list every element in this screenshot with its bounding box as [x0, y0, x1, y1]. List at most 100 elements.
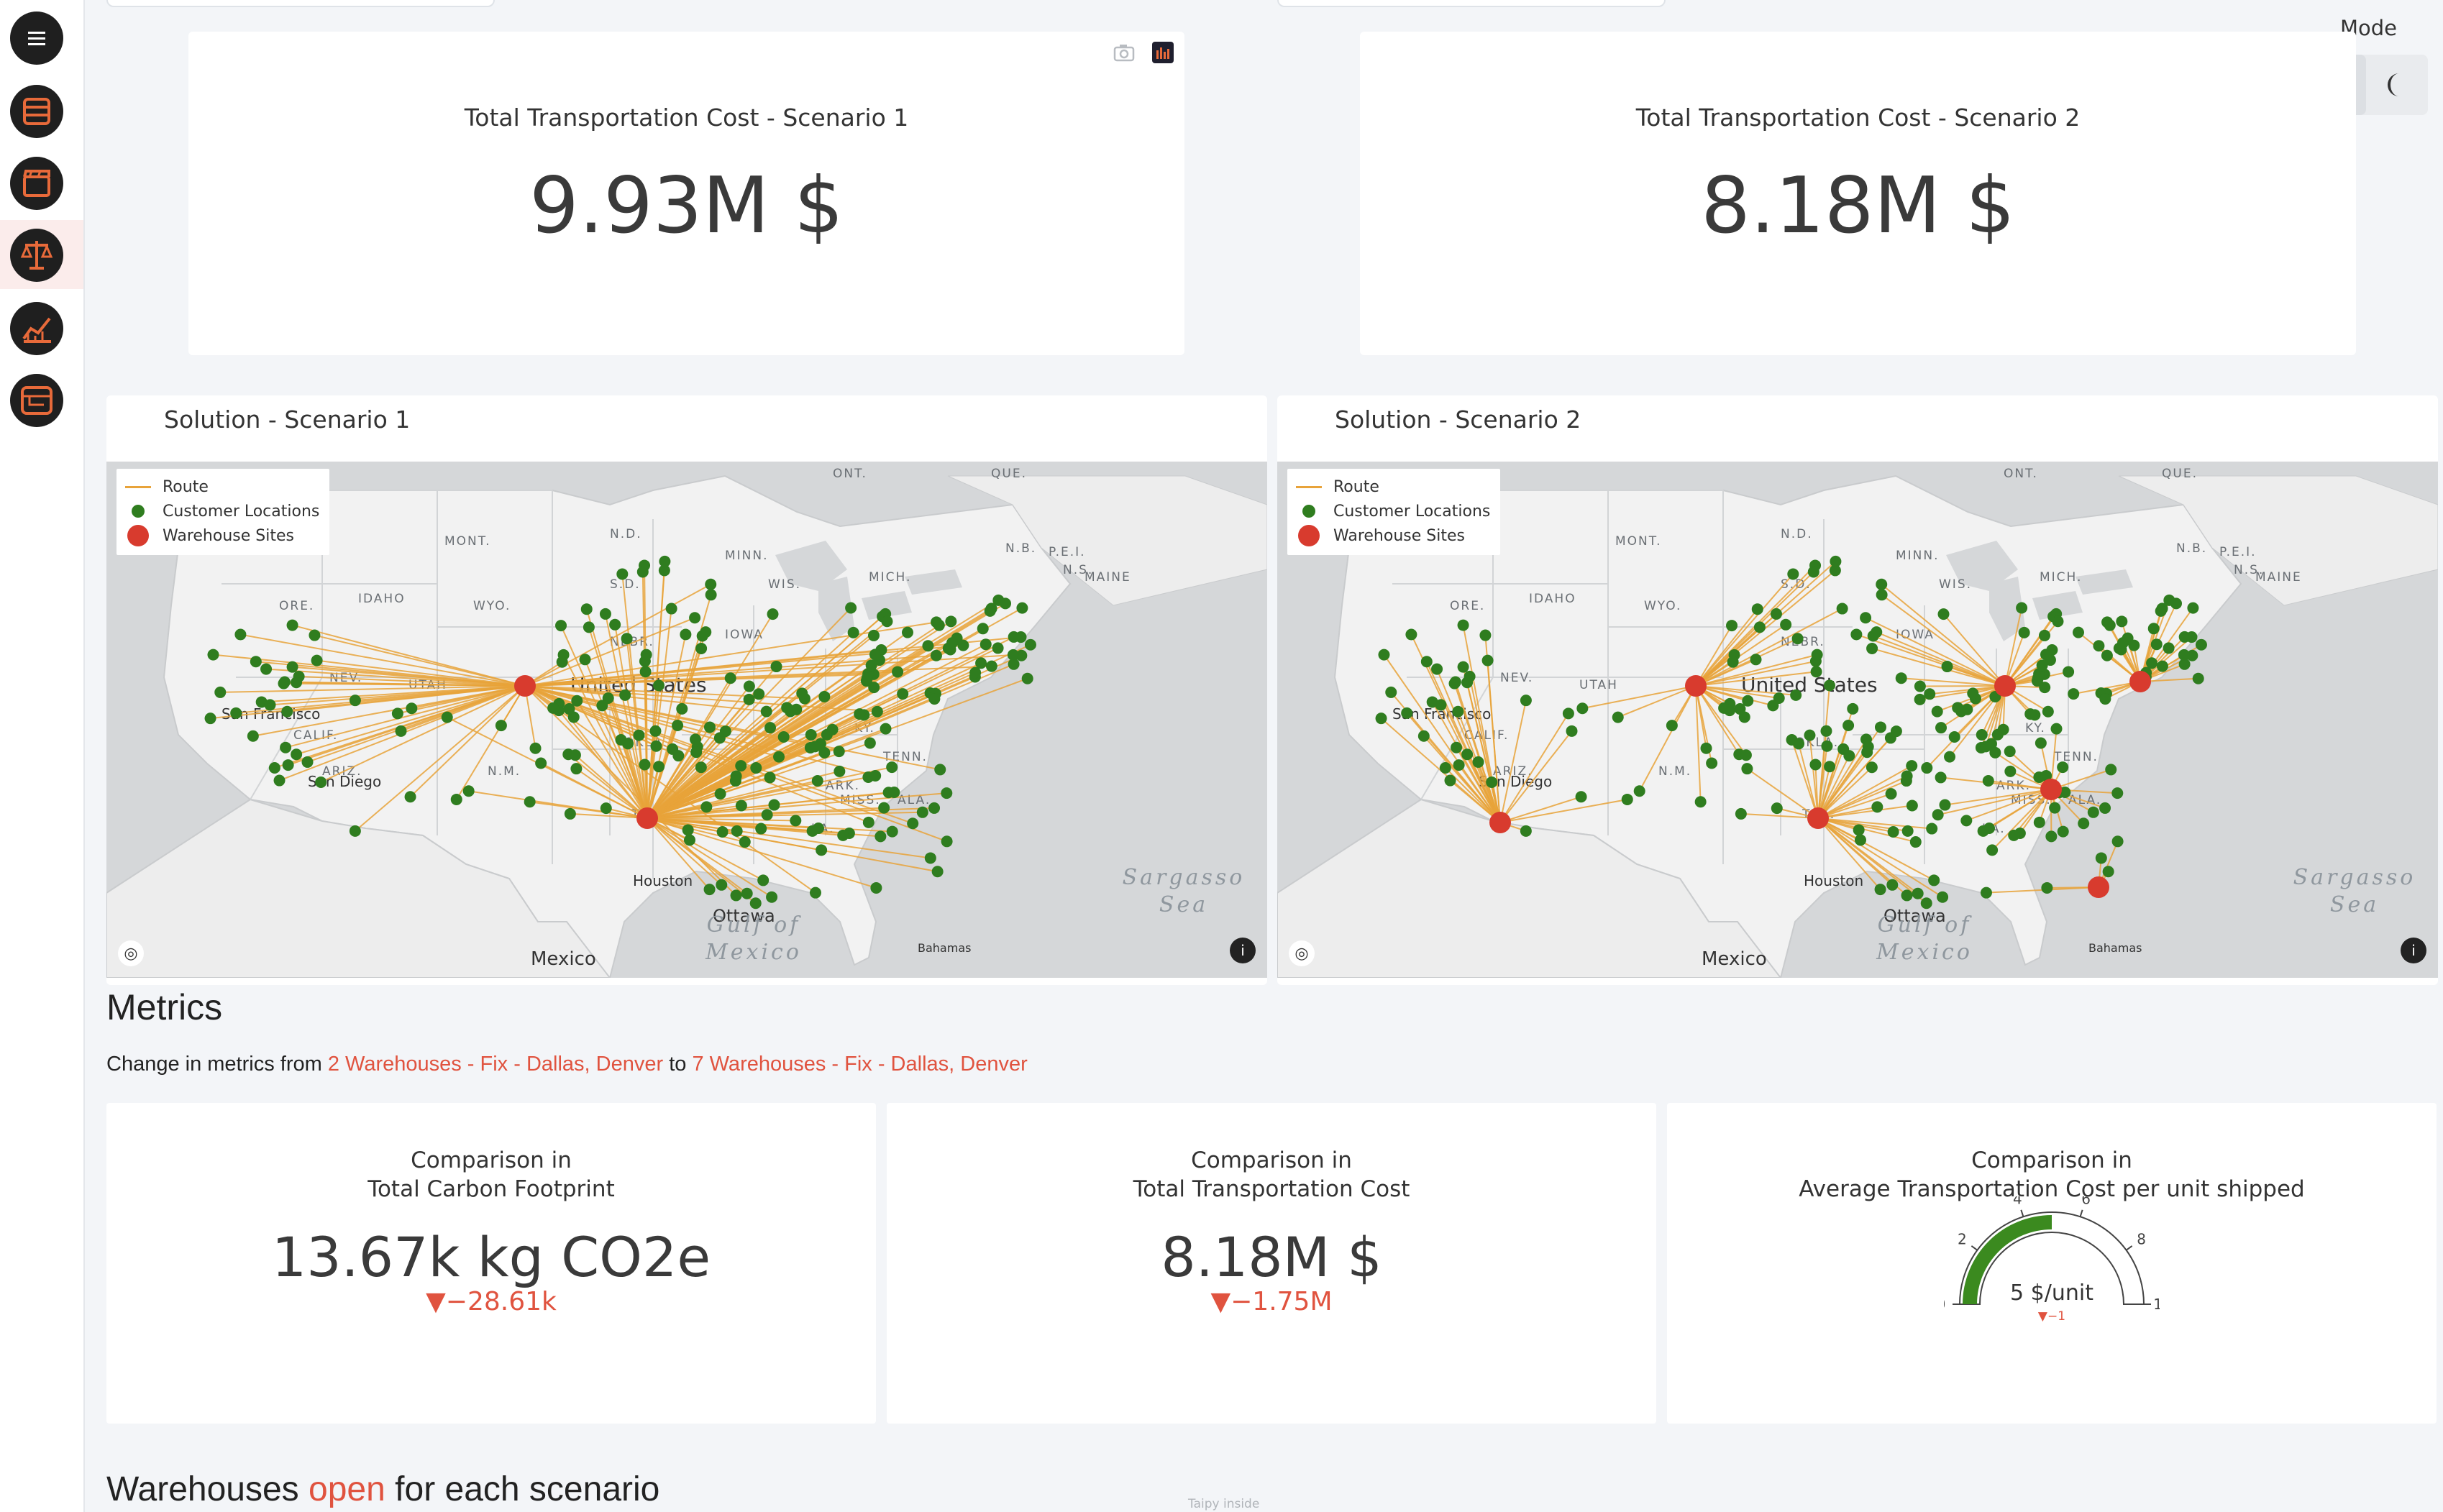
sea-label: Mexico [1876, 940, 1973, 965]
map-scenario-2[interactable]: ONT.QUE.MONT.N.D.MINN.S.D.WYO.IDAHOORE.N… [1277, 462, 2438, 978]
customer-point [2057, 761, 2069, 774]
customer-point [931, 866, 944, 878]
customer-point [2146, 657, 2158, 669]
map-scenario-1[interactable]: ONT. QUE. MONT. N.D. MINN. S.D. WYO. IDAHO ORE. N… [106, 462, 1267, 978]
kpi-card-scenario-1: Total Transportation Cost - Scenario 1 9… [188, 32, 1184, 355]
customer-point [1562, 707, 1574, 720]
state-label: N.M. [1658, 764, 1691, 779]
nav-network-button[interactable] [10, 374, 63, 427]
customer-point [1787, 568, 1799, 580]
customer-point [301, 756, 314, 768]
customer-point [755, 823, 767, 835]
customer-point [2018, 626, 2030, 638]
customer-point [1980, 741, 1992, 753]
customer-point [930, 649, 942, 661]
scenario-to-link[interactable]: 7 Warehouses - Fix - Dallas, Denver [692, 1053, 1027, 1076]
info-icon[interactable]: i [2401, 938, 2426, 963]
sea-label: Gulf of [1878, 912, 1973, 938]
customer-point [1900, 775, 1912, 787]
customer-point [580, 603, 593, 615]
customer-point [757, 874, 770, 886]
customer-point [695, 642, 708, 654]
customer-point [1451, 741, 1463, 753]
nav-compare-button[interactable] [10, 229, 63, 282]
customer-point [1520, 825, 1532, 837]
legend-customers[interactable]: Customer Locations [125, 499, 319, 523]
customer-point [2116, 637, 2129, 649]
customer-point [1885, 788, 1897, 800]
legend-customers[interactable]: Customer Locations [1296, 499, 1490, 523]
customer-point [615, 734, 627, 746]
customer-point [2036, 659, 2048, 672]
gauge-tick [2020, 1209, 2024, 1217]
kpi-card-scenario-2: Total Transportation Cost - Scenario 2 8… [1360, 32, 2356, 355]
customer-point [1850, 628, 1863, 641]
info-icon[interactable]: i [1230, 938, 1256, 963]
metric-title: Comparison in Total Carbon Footprint [367, 1147, 615, 1202]
customer-point [556, 656, 568, 668]
warehouse-point [1994, 675, 2016, 697]
customer-point [2111, 787, 2124, 799]
customer-point [636, 566, 649, 578]
customer-point [985, 660, 997, 672]
camera-icon[interactable] [1112, 40, 1136, 65]
nav-data-button[interactable] [10, 85, 63, 138]
customer-point [2192, 672, 2204, 684]
customer-point [672, 750, 685, 762]
menu-button[interactable] [10, 12, 63, 65]
customer-point [1861, 746, 1873, 759]
plotly-logo-icon[interactable] [1151, 40, 1175, 65]
gauge-tick [2079, 1209, 2083, 1217]
customer-point [806, 825, 818, 837]
customer-point [1439, 761, 1451, 774]
customer-point [809, 886, 821, 899]
map-card-scenario-2: Solution - Scenario 2 ONT. QUE. MONT. N.D. M… [1277, 395, 2438, 985]
gauge-tick-label: 6 [2081, 1196, 2091, 1208]
customer-point [609, 618, 621, 631]
metric-title: Comparison in Total Transportation Cost [1133, 1147, 1410, 1202]
map-attribution-logo-icon[interactable]: ◎ [118, 940, 144, 966]
customer-point [2087, 806, 2099, 818]
kpi-title: Total Transportation Cost - Scenario 1 [464, 104, 909, 132]
nav-scenario-button[interactable] [10, 157, 63, 210]
customer-point [260, 663, 273, 675]
legend-route[interactable]: Route [1296, 475, 1490, 499]
customer-point [888, 787, 900, 799]
customer-point [1944, 751, 1956, 763]
customer-point [1791, 633, 1804, 645]
customer-point [650, 740, 662, 752]
customer-point [753, 688, 765, 700]
state-label: N.B. [1005, 541, 1036, 556]
legend-route[interactable]: Route [125, 475, 319, 499]
customer-point [922, 640, 934, 652]
customer-point [1405, 628, 1417, 641]
customer-point [743, 693, 755, 705]
customer-point [1830, 555, 1842, 567]
customer-point [1887, 826, 1899, 838]
legend-warehouses[interactable]: Warehouse Sites [1296, 523, 1490, 548]
customer-point [2150, 638, 2163, 651]
top-stub-right [1277, 0, 1666, 7]
customer-point [1876, 578, 1888, 590]
customer-point [564, 807, 576, 820]
nav-analysis-button[interactable] [10, 302, 63, 355]
map-attribution-logo-icon[interactable]: ◎ [1289, 940, 1315, 966]
customer-point [1385, 686, 1397, 698]
customer-point [809, 741, 821, 753]
customer-point [2016, 602, 2028, 614]
customer-point [1520, 695, 1532, 707]
customer-point [2102, 866, 2114, 878]
customer-point [264, 699, 276, 711]
customer-point [1780, 618, 1792, 631]
scenario-from-link[interactable]: 2 Warehouses - Fix - Dallas, Denver [328, 1053, 663, 1076]
customer-point [984, 605, 996, 617]
customer-point [570, 763, 583, 775]
metric-delta: ▼−28.61k [426, 1287, 557, 1316]
state-label: MICH. [2040, 570, 2082, 585]
customer-point [1906, 799, 1918, 812]
legend-warehouses[interactable]: Warehouse Sites [125, 523, 319, 548]
dark-mode-button[interactable] [2367, 55, 2428, 115]
customer-point [1935, 722, 1947, 734]
customer-point [621, 633, 633, 645]
customer-point [214, 686, 227, 698]
